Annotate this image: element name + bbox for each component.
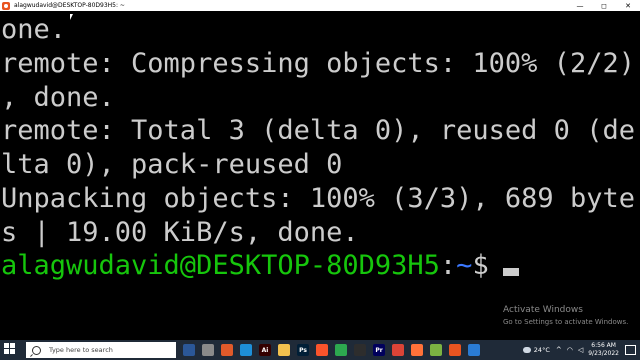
taskbar: Type here to search Ai Ps Pr 24°C ^ ◠ ◁ 6:… xyxy=(0,340,640,360)
activate-subtitle: Go to Settings to activate Windows. xyxy=(503,318,629,326)
activate-title: Activate Windows xyxy=(503,305,583,315)
minimize-button[interactable]: — xyxy=(568,0,592,11)
terminal-line: , done. xyxy=(1,82,115,113)
premiere-icon[interactable]: Pr xyxy=(373,344,385,356)
terminal-output[interactable]: one. remote: Compressing objects: 100% (… xyxy=(0,11,640,340)
terminal-line: Unpacking objects: 100% (3/3), 689 byte xyxy=(1,183,635,214)
start-button[interactable] xyxy=(4,343,18,357)
clock[interactable]: 6:56 AM 9/23/2022 xyxy=(588,342,619,358)
prompt-dollar: $ xyxy=(472,250,489,281)
terminal-line: remote: Compressing objects: 100% (2/2) xyxy=(1,48,635,79)
edge-icon[interactable] xyxy=(240,344,252,356)
close-button[interactable]: ✕ xyxy=(616,0,640,11)
terminal-prompt[interactable]: alagwudavid@DESKTOP-80D93H5:~$ xyxy=(1,249,519,283)
vscode-icon[interactable] xyxy=(468,344,480,356)
folder-icon[interactable] xyxy=(278,344,290,356)
prompt-colon: : xyxy=(439,250,457,281)
ubuntu-icon xyxy=(2,1,10,10)
camera-icon[interactable] xyxy=(202,344,214,356)
prompt-user-host: alagwudavid@DESKTOP-80D93H5 xyxy=(1,250,440,281)
search-placeholder: Type here to search xyxy=(49,346,113,354)
terminal-icon[interactable] xyxy=(354,344,366,356)
task-view-icon[interactable] xyxy=(183,344,195,356)
chrome-icon[interactable] xyxy=(335,344,347,356)
maximize-button[interactable]: ◻ xyxy=(592,0,616,11)
ubuntu-icon[interactable] xyxy=(449,344,461,356)
prompt-path: ~ xyxy=(456,250,473,281)
search-icon xyxy=(32,345,41,355)
chevron-up-icon[interactable]: ^ xyxy=(556,346,562,354)
terminal-line: lta 0), pack-reused 0 xyxy=(1,149,343,180)
illustrator-icon[interactable]: Ai xyxy=(259,344,271,356)
brave-icon[interactable] xyxy=(316,344,328,356)
window-title: alagwudavid@DESKTOP-80D93H5: ~ xyxy=(14,2,125,9)
chrome-alt-icon[interactable] xyxy=(392,344,404,356)
mouse-pointer-icon xyxy=(70,14,76,20)
window-controls: — ◻ ✕ xyxy=(568,0,640,11)
activate-windows-watermark: Activate Windows Go to Settings to activ… xyxy=(503,305,628,327)
search-input[interactable]: Type here to search xyxy=(26,342,176,358)
clock-time: 6:56 AM xyxy=(591,342,616,349)
terminal-line: s | 19.00 KiB/s, done. xyxy=(1,217,359,248)
firefox-icon[interactable] xyxy=(411,344,423,356)
taskbar-apps: Ai Ps Pr xyxy=(176,344,480,356)
volume-icon[interactable]: ◁ xyxy=(578,346,583,354)
clock-date: 9/23/2022 xyxy=(588,350,619,357)
notification-icon[interactable] xyxy=(625,345,636,355)
system-tray: 24°C ^ ◠ ◁ 6:56 AM 9/23/2022 xyxy=(522,340,640,360)
window-titlebar[interactable]: alagwudavid@DESKTOP-80D93H5: ~ — ◻ ✕ xyxy=(0,0,640,11)
app-green-icon[interactable] xyxy=(430,344,442,356)
network-icon[interactable]: ◠ xyxy=(567,346,573,354)
text-cursor xyxy=(502,268,519,276)
mail-icon[interactable] xyxy=(221,344,233,356)
weather-widget[interactable]: 24°C xyxy=(522,346,550,354)
cloud-icon xyxy=(522,347,531,353)
photoshop-icon[interactable]: Ps xyxy=(297,344,309,356)
weather-temp: 24°C xyxy=(533,346,550,354)
terminal-line: remote: Total 3 (delta 0), reused 0 (de xyxy=(1,115,635,146)
terminal-line: one. xyxy=(1,14,67,45)
